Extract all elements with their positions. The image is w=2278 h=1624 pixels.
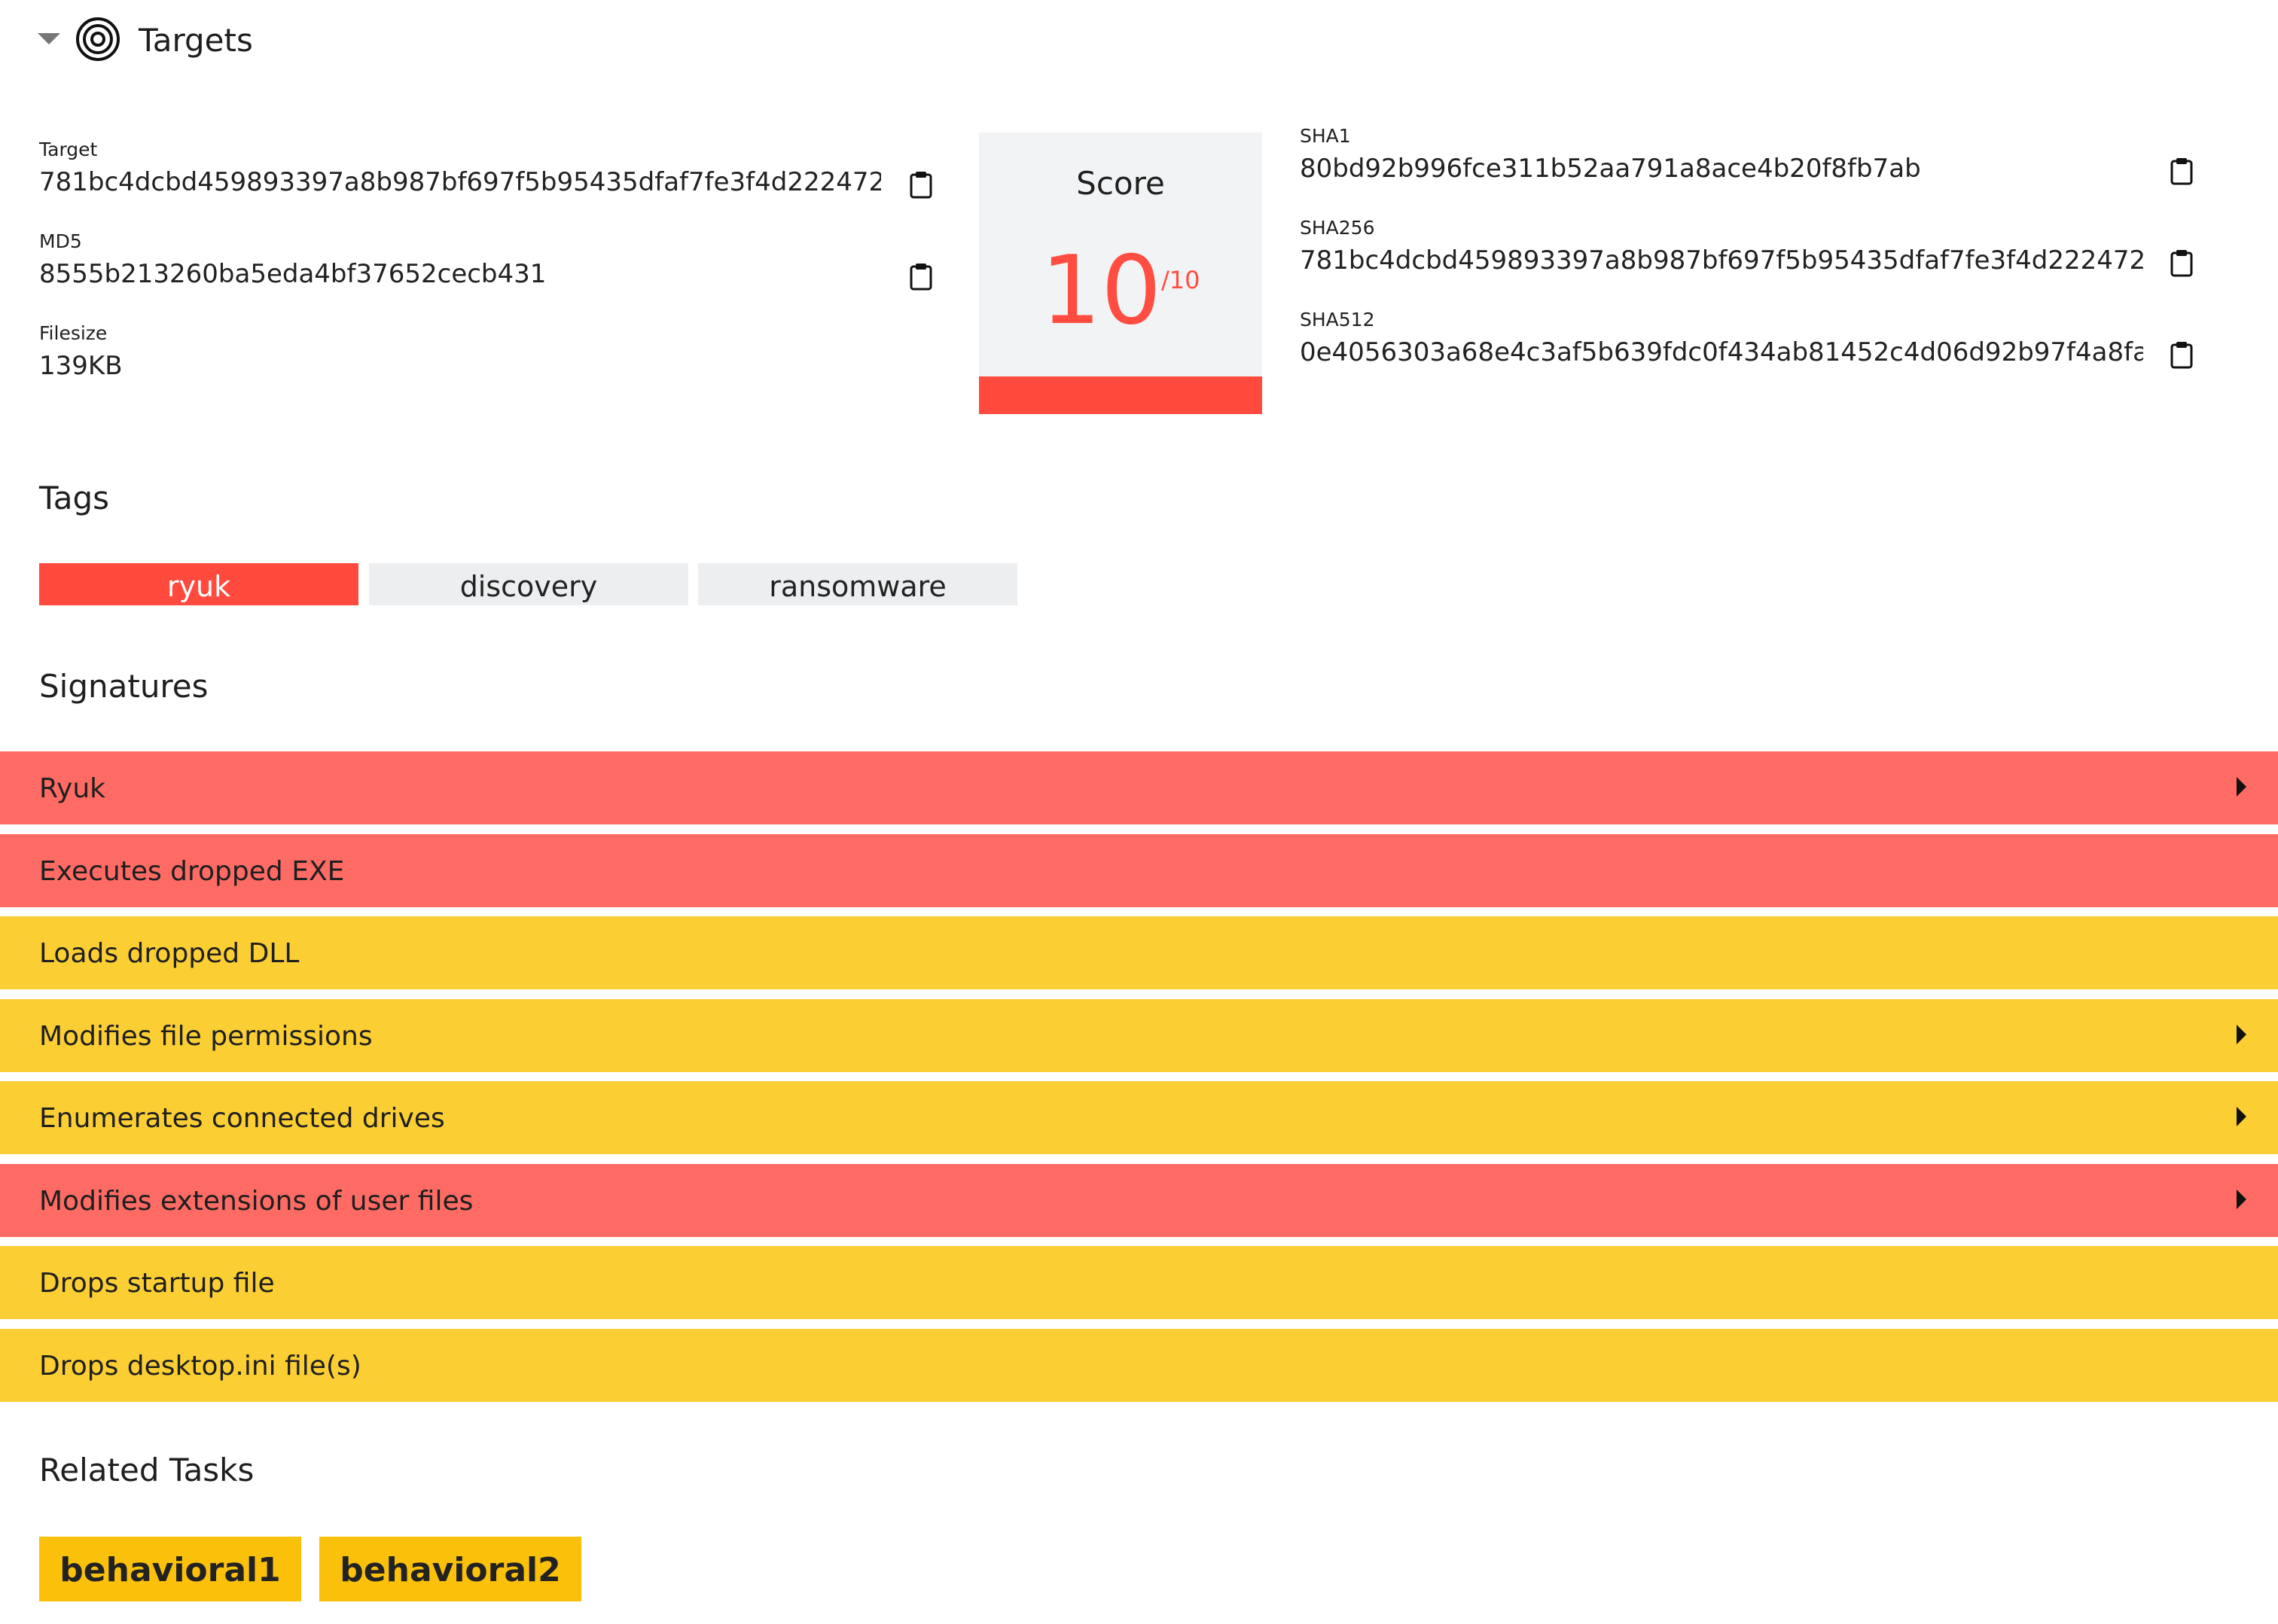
signature-label: Modifies extensions of user files [39, 1186, 474, 1217]
signature-label: Loads dropped DLL [39, 938, 300, 969]
signature-label: Modifies file permissions [39, 1021, 373, 1052]
signature-executes-dropped-exe[interactable]: Executes dropped EXE [0, 834, 2278, 907]
score-value: 10 [1041, 235, 1162, 346]
signature-label: Executes dropped EXE [39, 856, 345, 887]
tags-heading: Tags [39, 480, 109, 516]
sha1-label: SHA1 [1300, 125, 1351, 147]
expand-arrow-icon[interactable] [2237, 1190, 2246, 1209]
signature-enumerates-connected-drives[interactable]: Enumerates connected drives [0, 1081, 2278, 1154]
tag-ransomware[interactable]: ransomware [698, 563, 1017, 605]
target-label: Target [39, 139, 98, 160]
sha256-value: 781bc4dcbd459893397a8b987bf697f5b95435df… [1300, 245, 2143, 276]
signature-label: Drops desktop.ini file(s) [39, 1351, 361, 1382]
score-label: Score [1076, 165, 1165, 202]
copy-sha256-icon[interactable] [2169, 248, 2194, 279]
md5-label: MD5 [39, 230, 82, 252]
sha256-label: SHA256 [1300, 217, 1375, 239]
copy-sha512-icon[interactable] [2169, 340, 2194, 370]
signature-modifies-file-permissions[interactable]: Modifies file permissions [0, 999, 2278, 1072]
sha1-value: 80bd92b996fce311b52aa791a8ace4b20f8fb7ab [1300, 154, 1921, 184]
signature-label: Drops startup file [39, 1268, 275, 1299]
copy-sha1-icon[interactable] [2169, 157, 2194, 187]
filesize-label: Filesize [39, 322, 108, 344]
expand-arrow-icon[interactable] [2237, 1107, 2246, 1126]
score-max: /10 [1161, 266, 1200, 294]
expand-arrow-icon[interactable] [2237, 1025, 2246, 1044]
target-icon [76, 17, 120, 61]
signature-label: Enumerates connected drives [39, 1103, 445, 1134]
sha512-value: 0e4056303a68e4c3af5b639fdc0f434ab81452c4… [1300, 337, 2143, 367]
signature-loads-dropped-dll[interactable]: Loads dropped DLL [0, 916, 2278, 989]
target-value: 781bc4dcbd459893397a8b987bf697f5b95435df… [39, 167, 881, 197]
score-bar [979, 376, 1262, 414]
task-behavioral2-button[interactable]: behavioral2 [319, 1537, 581, 1601]
task-behavioral1-button[interactable]: behavioral1 [39, 1537, 301, 1601]
sha512-label: SHA512 [1300, 309, 1375, 331]
copy-md5-icon[interactable] [908, 262, 934, 292]
signature-drops-desktop-ini[interactable]: Drops desktop.ini file(s) [0, 1329, 2278, 1402]
signature-ryuk[interactable]: Ryuk [0, 751, 2278, 824]
section-title-targets: Targets [139, 22, 253, 59]
related-tasks-heading: Related Tasks [39, 1452, 255, 1488]
tag-discovery[interactable]: discovery [369, 563, 688, 605]
signature-modifies-extensions[interactable]: Modifies extensions of user files [0, 1164, 2278, 1237]
score-card: Score 10 /10 [979, 133, 1262, 414]
tag-ryuk[interactable]: ryuk [39, 563, 358, 605]
filesize-value: 139KB [39, 351, 123, 381]
signature-label: Ryuk [39, 773, 106, 804]
collapse-caret-icon[interactable] [38, 33, 60, 44]
signature-drops-startup-file[interactable]: Drops startup file [0, 1246, 2278, 1319]
expand-arrow-icon[interactable] [2237, 777, 2246, 797]
md5-value: 8555b213260ba5eda4bf37652cecb431 [39, 259, 547, 289]
signatures-heading: Signatures [39, 668, 209, 705]
copy-target-icon[interactable] [908, 170, 934, 200]
